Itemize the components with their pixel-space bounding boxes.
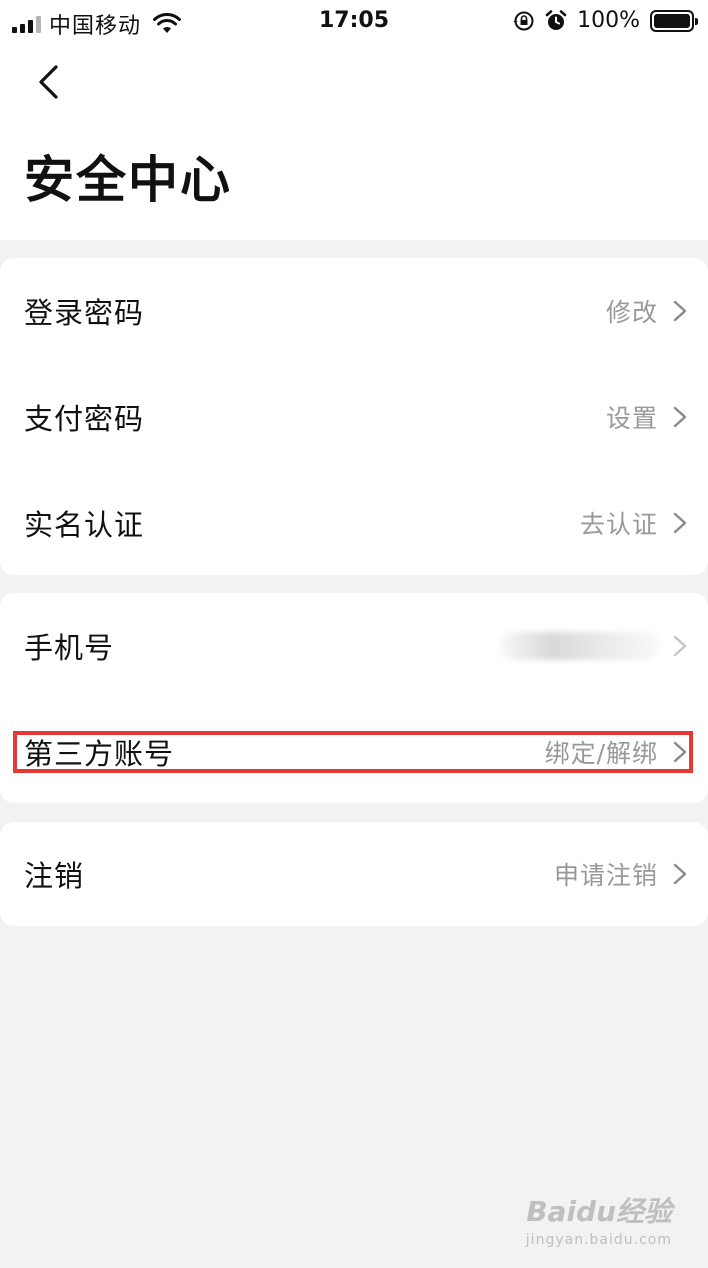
row-label: 支付密码 bbox=[24, 402, 145, 436]
battery-percentage: 100% bbox=[577, 8, 640, 33]
chevron-right-icon bbox=[673, 635, 687, 657]
highlight-annotation-box bbox=[13, 731, 693, 773]
chevron-right-icon bbox=[673, 300, 687, 322]
settings-card-cancellation: 注销 申请注销 bbox=[0, 822, 708, 926]
chevron-right-icon bbox=[673, 406, 687, 428]
chevron-right-icon bbox=[673, 863, 687, 885]
row-label: 实名认证 bbox=[24, 508, 145, 542]
status-bar-right: 100% bbox=[513, 8, 698, 33]
row-value: 申请注销 bbox=[553, 861, 658, 890]
chevron-left-icon bbox=[39, 65, 58, 99]
row-phone-number[interactable]: 手机号 bbox=[0, 593, 708, 699]
row-label: 手机号 bbox=[24, 631, 115, 665]
row-real-name-verification[interactable]: 实名认证 去认证 bbox=[0, 470, 708, 576]
watermark-logo: Baidu经验 bbox=[526, 1195, 672, 1228]
row-label: 注销 bbox=[24, 859, 85, 893]
chevron-right-icon bbox=[673, 512, 687, 534]
row-value: 去认证 bbox=[579, 510, 658, 539]
row-payment-password[interactable]: 支付密码 设置 bbox=[0, 364, 708, 470]
status-bar: 中国移动 17:05 100% bbox=[0, 0, 708, 44]
row-value: 设置 bbox=[605, 404, 658, 433]
row-login-password[interactable]: 登录密码 修改 bbox=[0, 258, 708, 364]
blurred-phone-number bbox=[500, 632, 660, 660]
watermark-url: jingyan.baidu.com bbox=[525, 1232, 672, 1248]
rotation-lock-icon bbox=[513, 11, 534, 30]
alarm-icon bbox=[545, 9, 567, 30]
row-cancel-account[interactable]: 注销 申请注销 bbox=[0, 822, 708, 926]
title-area: 安全中心 bbox=[0, 122, 708, 240]
nav-bar bbox=[0, 44, 708, 122]
watermark: Baidu经验 jingyan.baidu.com bbox=[526, 1190, 672, 1248]
page-title: 安全中心 bbox=[24, 151, 232, 209]
battery-icon bbox=[650, 9, 698, 32]
settings-card-password: 登录密码 修改 支付密码 设置 实名认证 去认证 bbox=[0, 258, 708, 575]
row-value: 修改 bbox=[605, 298, 658, 327]
row-label: 登录密码 bbox=[24, 296, 145, 330]
back-button[interactable] bbox=[28, 62, 68, 102]
